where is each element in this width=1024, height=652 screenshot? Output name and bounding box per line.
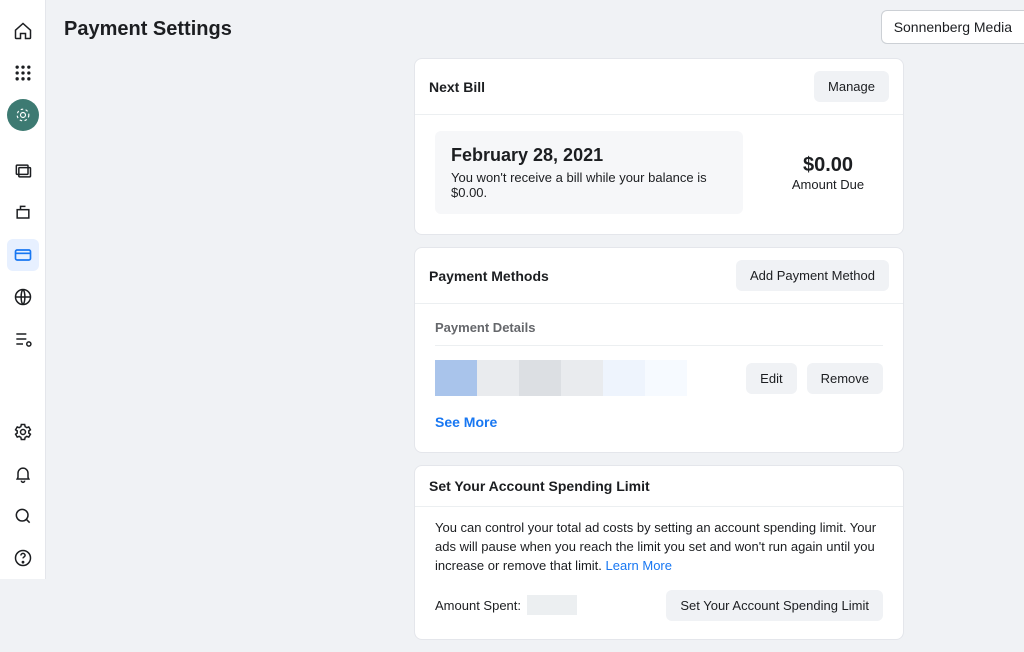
billing-icon[interactable]: [7, 239, 39, 271]
payment-methods-title: Payment Methods: [429, 268, 549, 284]
edit-payment-button[interactable]: Edit: [746, 363, 796, 394]
search-icon[interactable]: [7, 500, 39, 532]
set-spending-limit-button[interactable]: Set Your Account Spending Limit: [666, 590, 883, 621]
bell-icon[interactable]: [7, 458, 39, 490]
amount-due-value: $0.00: [773, 154, 883, 177]
payment-details-label: Payment Details: [435, 314, 883, 346]
left-sidebar: [0, 0, 46, 579]
spending-limit-card: Set Your Account Spending Limit You can …: [414, 465, 904, 640]
home-icon[interactable]: [7, 15, 39, 47]
bill-date: February 28, 2021: [451, 145, 727, 166]
see-more-link[interactable]: See More: [435, 396, 883, 434]
business-suite-icon[interactable]: [7, 99, 39, 131]
next-bill-card: Next Bill Manage February 28, 2021 You w…: [414, 58, 904, 235]
payment-methods-header: Payment Methods Add Payment Method: [415, 248, 903, 304]
globe-icon[interactable]: [7, 281, 39, 313]
payment-method-row: Edit Remove: [435, 346, 883, 396]
cards-column: Next Bill Manage February 28, 2021 You w…: [414, 58, 904, 652]
next-bill-header: Next Bill Manage: [415, 59, 903, 115]
campaigns-icon[interactable]: [7, 155, 39, 187]
learn-more-link[interactable]: Learn More: [606, 558, 672, 573]
spending-limit-text: You can control your total ad costs by s…: [435, 519, 883, 576]
remove-payment-button[interactable]: Remove: [807, 363, 883, 394]
ads-icon[interactable]: [7, 197, 39, 229]
amount-spent-label: Amount Spent:: [435, 598, 521, 613]
page-content: Payment Settings Sonnenberg Media Next B…: [46, 0, 1024, 579]
payment-methods-card: Payment Methods Add Payment Method Payme…: [414, 247, 904, 453]
help-icon[interactable]: [7, 542, 39, 574]
account-selector[interactable]: Sonnenberg Media: [881, 10, 1024, 44]
spending-limit-title: Set Your Account Spending Limit: [429, 478, 650, 494]
apps-grid-icon[interactable]: [7, 57, 39, 89]
settings-list-icon[interactable]: [7, 323, 39, 355]
add-payment-method-button[interactable]: Add Payment Method: [736, 260, 889, 291]
amount-due-label: Amount Due: [773, 177, 883, 192]
bill-date-block: February 28, 2021 You won't receive a bi…: [435, 131, 743, 214]
amount-due-block: $0.00 Amount Due: [773, 154, 883, 192]
bill-note: You won't receive a bill while your bala…: [451, 170, 727, 200]
amount-spent-value: [527, 595, 577, 615]
gear-icon[interactable]: [7, 416, 39, 448]
next-bill-title: Next Bill: [429, 79, 485, 95]
payment-method-placeholder: [435, 360, 687, 396]
manage-button[interactable]: Manage: [814, 71, 889, 102]
spending-limit-header: Set Your Account Spending Limit: [415, 466, 903, 507]
